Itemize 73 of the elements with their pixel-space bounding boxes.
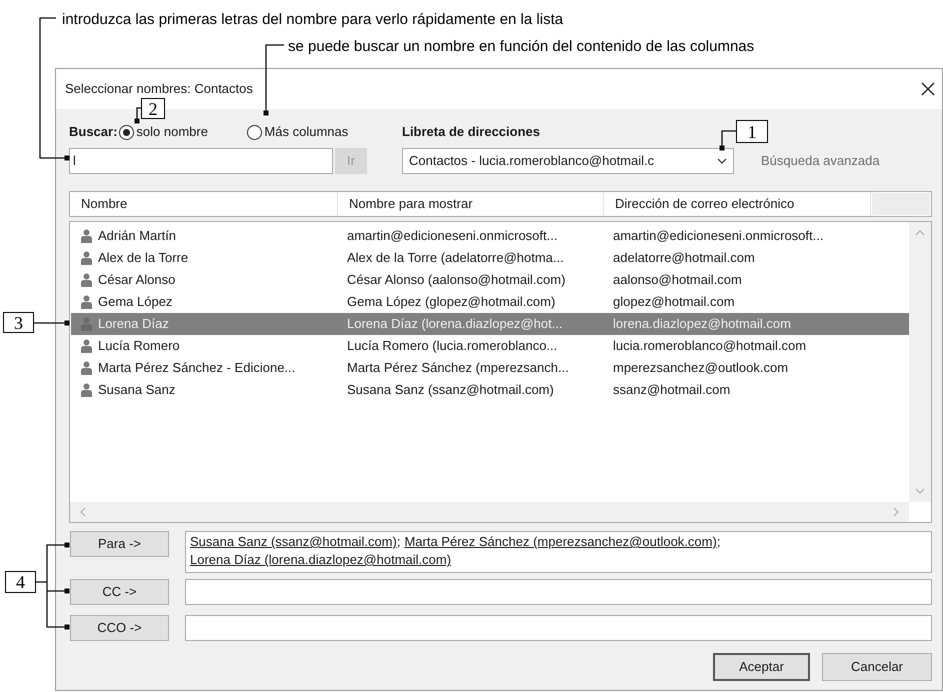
table-cell-text: Susana Sanz	[98, 381, 176, 400]
column-header[interactable]: Nombre para mostrar	[338, 192, 604, 216]
table-cell-text: lorena.diazlopez@hotmail.com	[612, 315, 791, 334]
search-label: Buscar:	[69, 123, 118, 142]
separator-text: ;	[396, 534, 400, 551]
recipient-button[interactable]: CC ->	[70, 579, 169, 605]
leader-line	[34, 320, 70, 326]
table-cell-text: glopez@hotmail.com	[612, 293, 735, 312]
leader-line	[134, 107, 141, 124]
column-header-filler	[872, 193, 930, 215]
table-cell-text: Marta Pérez Sánchez - Edicione...	[98, 359, 296, 378]
chevron-left-icon	[80, 507, 86, 517]
annotation-text: introduzca las primeras letras del nombre para verlo rápidamente en la lista	[62, 10, 564, 30]
table-cell-text: Gema López	[98, 293, 172, 312]
table-cell-text: amartin@edicioneseni.onmicrosoft...	[346, 227, 558, 246]
table-cell-text: Lucía Romero (lucia.romeroblanco...	[346, 337, 558, 356]
table-cell-text: adelatorre@hotmail.com	[612, 249, 755, 268]
annotation-text: se puede buscar un nombre en función del contenido de las columnas	[288, 37, 754, 57]
separator-text: ;	[716, 534, 720, 551]
person-icon	[80, 251, 93, 265]
table-cell-text: Alex de la Torre	[98, 249, 188, 268]
chevron-down-icon	[717, 158, 727, 164]
table-cell-text: mperezsanchez@outlook.com	[612, 359, 788, 378]
person-icon	[80, 383, 93, 397]
leader-line	[720, 130, 736, 150]
dialog-button[interactable]: Aceptar	[713, 653, 810, 681]
table-cell-text: Marta Pérez Sánchez (mperezsanch...	[346, 359, 570, 378]
address-book-label: Libreta de direcciones	[402, 123, 540, 142]
chevron-right-icon	[893, 507, 899, 517]
table-cell-text: ssanz@hotmail.com	[612, 381, 730, 400]
callout-number: 4	[5, 571, 36, 593]
table-cell-text: amartin@edicioneseni.onmicrosoft...	[612, 227, 824, 246]
radio-option[interactable]: Más columnas	[247, 122, 348, 142]
person-icon	[80, 229, 93, 243]
chevron-up-icon	[915, 230, 925, 236]
recipient-link[interactable]: Susana Sanz (ssanz@hotmail.com)	[190, 534, 397, 552]
address-book-dropdown[interactable]: Contactos - lucia.romeroblanco@hotmail.c	[402, 148, 734, 174]
dialog-button[interactable]: Cancelar	[822, 653, 932, 681]
recipient-link[interactable]: Lorena Díaz (lorena.diazlopez@hotmail.com)	[190, 552, 452, 570]
person-icon	[80, 339, 93, 353]
window-title: Seleccionar nombres: Contactos	[65, 80, 253, 98]
table-cell-text: Lucía Romero	[98, 337, 180, 356]
recipient-button[interactable]: CCO ->	[70, 615, 169, 641]
callout-number: 2	[141, 98, 165, 119]
radio-option[interactable]: solo nombre	[119, 122, 248, 142]
person-icon	[80, 295, 93, 309]
person-icon	[80, 273, 93, 287]
table-cell-text: Lorena Díaz	[98, 315, 169, 334]
horizontal-scrollbar[interactable]	[70, 502, 909, 522]
search-field[interactable]: l	[69, 148, 333, 174]
callout-number: 3	[3, 312, 34, 333]
chevron-down-icon	[915, 488, 925, 494]
table-cell-text: Susana Sanz (ssanz@hotmail.com)	[346, 381, 555, 400]
column-header[interactable]: Nombre	[70, 192, 338, 216]
person-icon	[80, 361, 93, 375]
recipient-field[interactable]: Susana Sanz (ssanz@hotmail.com); Marta Pérez Sánchez (mperezsanchez@outlook.com); Lorena Díaz (lorena.diazlopez@hotmail.com)	[185, 531, 932, 573]
leader-line	[264, 44, 284, 116]
table-cell-text: César Alonso	[98, 271, 176, 290]
table-cell-text: aalonso@hotmail.com	[612, 271, 742, 290]
dropdown-value: Contactos - lucia.romeroblanco@hotmail.c	[409, 152, 654, 170]
table-cell-text: Alex de la Torre (adelatorre@hotma...	[346, 249, 565, 268]
recipient-button[interactable]: Para ->	[70, 531, 169, 557]
callout-number: 1	[736, 120, 768, 143]
recipient-link[interactable]: Marta Pérez Sánchez (mperezsanchez@outlook.com)	[404, 534, 717, 552]
recipient-field[interactable]	[185, 579, 932, 605]
recipient-field[interactable]	[185, 615, 932, 641]
table-cell-text: lucia.romeroblanco@hotmail.com	[612, 337, 806, 356]
table-cell-text: Lorena Díaz (lorena.diazlopez@hot...	[346, 315, 564, 334]
table-cell-text: Gema López (glopez@hotmail.com)	[346, 293, 556, 312]
table-cell-text: Adrián Martín	[98, 227, 176, 246]
vertical-scrollbar[interactable]	[909, 222, 931, 502]
column-header[interactable]: Dirección de correo electrónico	[604, 192, 871, 216]
table-cell-text: César Alonso (aalonso@hotmail.com)	[346, 271, 566, 290]
